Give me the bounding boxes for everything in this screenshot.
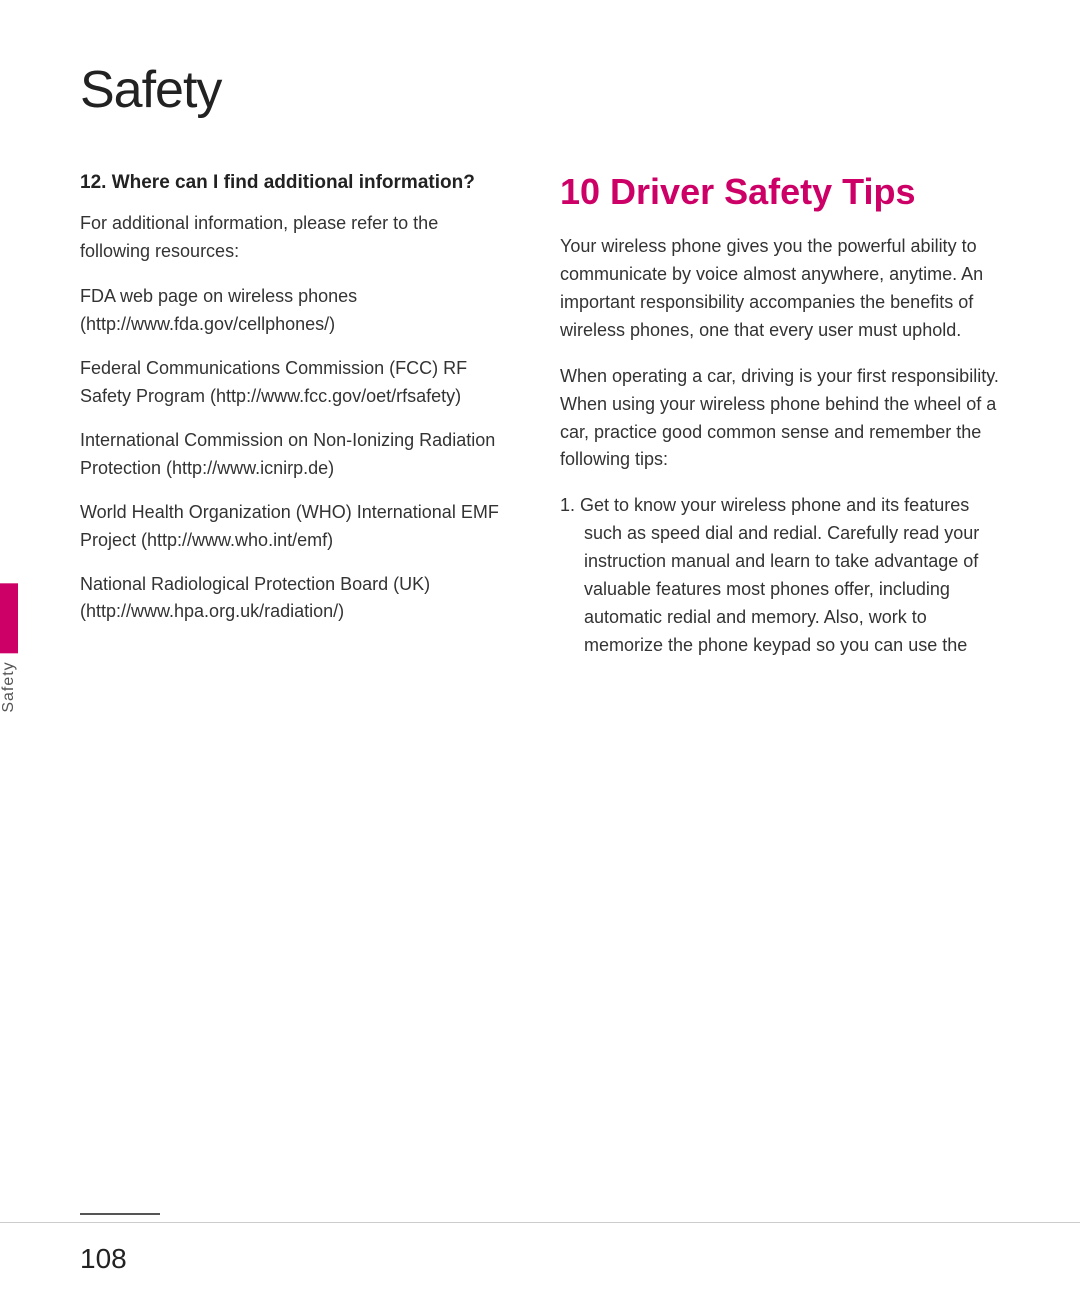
right-intro-paragraph-1: Your wireless phone gives you the powerf… <box>560 233 1010 345</box>
page-number: 108 <box>80 1243 127 1275</box>
intro-text: For additional information, please refer… <box>80 210 500 266</box>
resource-item-4: World Health Organization (WHO) Internat… <box>80 499 500 555</box>
two-column-layout: 12. Where can I find additional informat… <box>80 170 1010 674</box>
resource-item-2: Federal Communications Commission (FCC) … <box>80 355 500 411</box>
side-tab-bar <box>0 583 18 653</box>
page-container: Safety 12. Where can I find additional i… <box>0 0 1080 1295</box>
tip-item-1: 1. Get to know your wireless phone and i… <box>560 492 1010 659</box>
bottom-bar: 108 <box>0 1222 1080 1295</box>
right-intro-paragraph-2: When operating a car, driving is your fi… <box>560 363 1010 475</box>
page-title: Safety <box>80 60 1010 120</box>
bottom-line-decoration <box>80 1213 160 1215</box>
section-heading: 12. Where can I find additional informat… <box>80 170 500 196</box>
resource-item-1: FDA web page on wireless phones (http://… <box>80 283 500 339</box>
side-tab: Safety <box>0 583 18 712</box>
resource-item-5: National Radiological Protection Board (… <box>80 571 500 627</box>
driver-tips-heading: 10 Driver Safety Tips <box>560 170 1010 213</box>
left-column: 12. Where can I find additional informat… <box>80 170 500 674</box>
right-column: 10 Driver Safety Tips Your wireless phon… <box>560 170 1010 674</box>
side-tab-label: Safety <box>0 661 18 712</box>
resource-item-3: International Commission on Non-Ionizing… <box>80 427 500 483</box>
